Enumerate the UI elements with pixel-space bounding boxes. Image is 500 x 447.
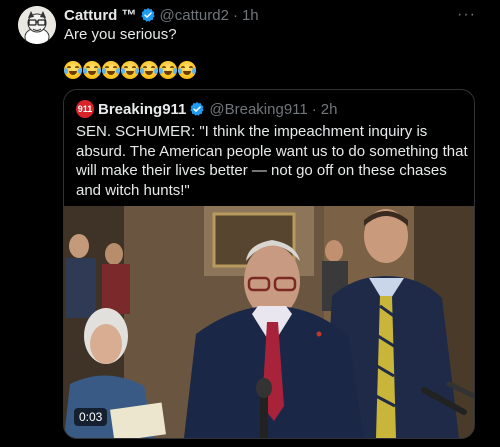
face-with-tears-of-joy-icon	[102, 61, 120, 79]
verified-badge-icon	[140, 8, 155, 22]
author-handle[interactable]: @catturd2	[160, 7, 229, 24]
face-with-tears-of-joy-icon	[159, 61, 177, 79]
author-avatar[interactable]	[18, 6, 56, 44]
face-with-tears-of-joy-icon	[178, 61, 196, 79]
video-timestamp: 0:03	[74, 408, 108, 426]
face-with-tears-of-joy-icon	[121, 61, 139, 79]
separator-dot: ·	[232, 6, 238, 24]
face-with-tears-of-joy-icon	[83, 61, 101, 79]
quoted-tweet[interactable]: 911 Breaking911 @Breaking911 · 2h SEN. S…	[63, 89, 475, 439]
more-options-icon[interactable]: ···	[457, 6, 476, 24]
face-with-tears-of-joy-icon	[64, 61, 82, 79]
quoted-author-name[interactable]: Breaking911	[98, 101, 186, 118]
cartoon-avatar-icon	[18, 6, 56, 44]
quoted-header: 911 Breaking911 @Breaking911 · 2h	[76, 99, 337, 119]
author-name[interactable]: Catturd ™	[64, 7, 137, 24]
quoted-text: SEN. SCHUMER: "I think the impeachment i…	[76, 123, 468, 199]
face-with-tears-of-joy-icon	[140, 61, 158, 79]
tweet-time[interactable]: 1h	[242, 7, 259, 24]
tweet-header: Catturd ™ @catturd2 · 1h	[64, 5, 259, 25]
quoted-avatar[interactable]: 911	[76, 100, 94, 118]
video-player[interactable]: 0:03	[64, 206, 474, 438]
quoted-author-handle[interactable]: @Breaking911	[209, 101, 307, 118]
quoted-time[interactable]: 2h	[321, 101, 338, 118]
video-frame-image	[64, 206, 474, 438]
tweet-text: Are you serious?	[64, 26, 177, 43]
separator-dot: ·	[311, 100, 317, 118]
emoji-row	[64, 61, 196, 79]
verified-badge-icon	[190, 102, 205, 116]
